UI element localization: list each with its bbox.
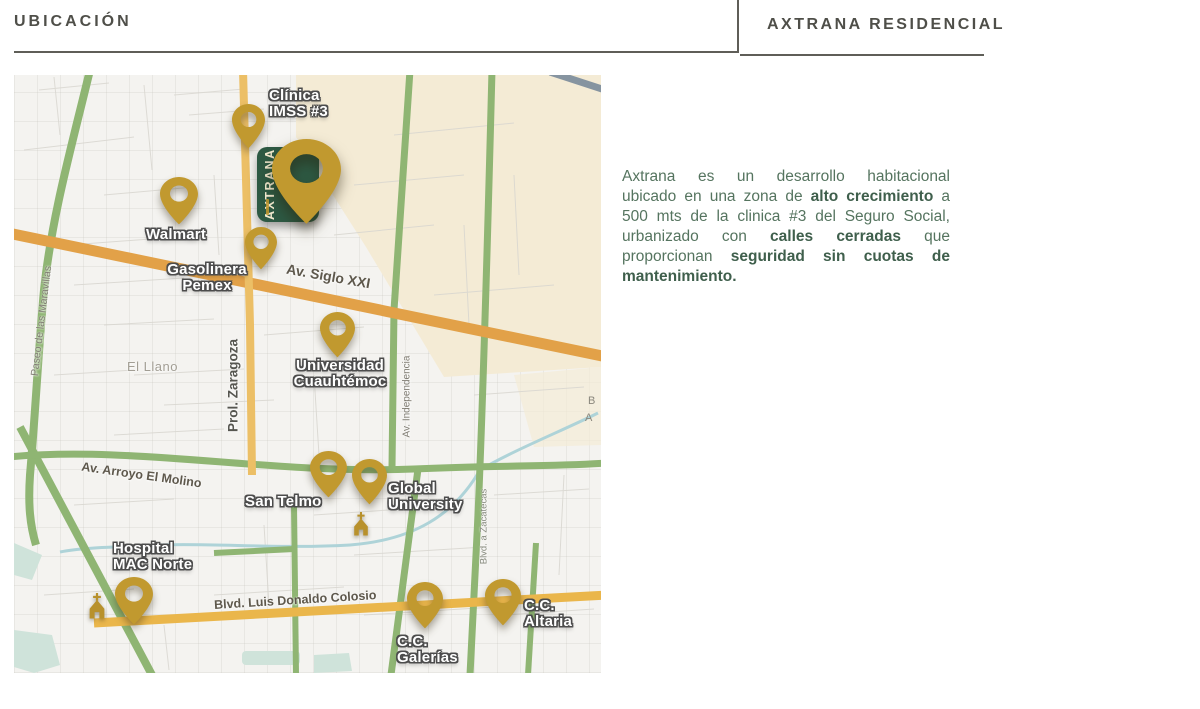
map-pin-universidad-cuauhtemoc [320, 312, 355, 358]
description-block: Axtrana es un desarrollo habitacionalubi… [622, 167, 950, 287]
poi-label-clinica-imss: Clínica IMSS #3 [269, 88, 328, 120]
poi-label-gasolinera-pemex: Gasolinera Pemex [159, 262, 255, 294]
axtrana-brand-subline [266, 199, 269, 215]
map-pin-axtrana [272, 139, 341, 225]
description-last-line: mantenimiento. [622, 267, 950, 287]
church-icon [350, 512, 372, 536]
header-divider [737, 0, 739, 53]
brand-title: AXTRANA RESIDENCIAL [767, 16, 1005, 34]
map-pin-global-university [352, 459, 387, 505]
street-label-prol-zaragoza: Prol. Zaragoza [226, 331, 241, 441]
poi-label-universidad-cuauhtemoc: Universidad Cuauhtémoc [285, 358, 395, 390]
location-map: Av. Siglo XXI Prol. Zaragoza Av. Indepen… [14, 75, 601, 673]
poi-label-san-telmo: San Telmo [245, 494, 322, 510]
poi-label-cc-galerias: C.C. Galerías [397, 634, 458, 666]
street-label-zacatecas: Blvd. a Zacatecas [479, 487, 490, 567]
church-icon [85, 593, 109, 619]
poi-label-walmart: Walmart [146, 227, 206, 243]
poi-label-global-university: Global University [388, 481, 463, 513]
street-label-independencia: Av. Independencia [402, 354, 413, 440]
header-rule-left [14, 51, 737, 53]
map-pin-cc-altaria [485, 579, 521, 626]
map-edge-letter-b: B [588, 395, 595, 407]
area-label-el-llano: El Llano [127, 359, 178, 374]
map-edge-letter-a: A [585, 412, 592, 424]
poi-label-hospital-mac-norte: Hospital MAC Norte [113, 541, 192, 573]
page-title: UBICACIÓN [14, 13, 132, 31]
map-pin-cc-galerias [407, 582, 443, 629]
description-text: Axtrana es un desarrollo habitacionalubi… [622, 167, 950, 267]
poi-label-cc-altaria: C.C. Altaria [524, 598, 572, 630]
map-pin-clinica-imss [232, 104, 265, 149]
map-pin-walmart [160, 177, 198, 225]
map-pin-san-telmo [310, 451, 347, 498]
brochure-page: UBICACIÓN AXTRANA RESIDENCIAL [0, 0, 1200, 709]
map-pin-hospital-mac-norte [115, 577, 153, 625]
header-rule-right [740, 54, 984, 56]
